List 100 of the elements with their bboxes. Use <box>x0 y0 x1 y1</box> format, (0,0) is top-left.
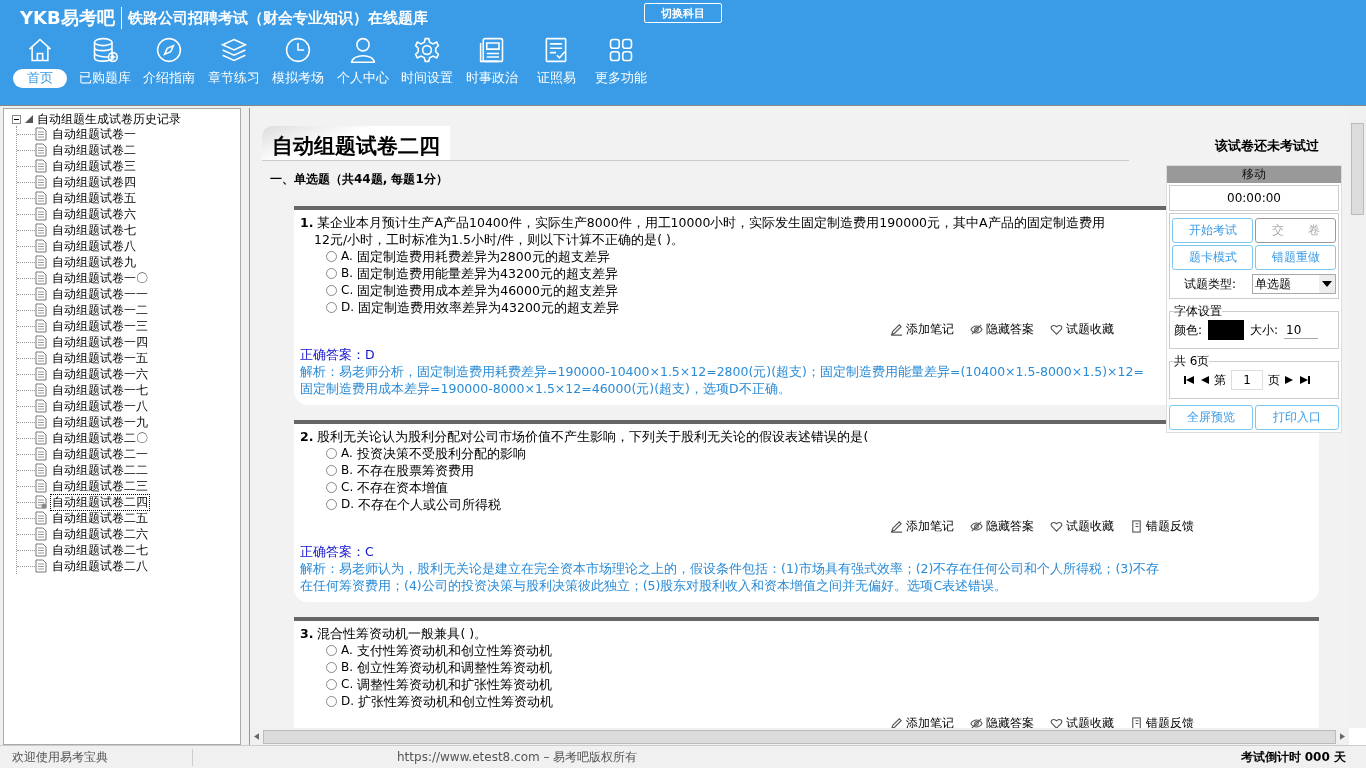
eye-icon <box>970 717 983 728</box>
layers-icon <box>219 36 248 64</box>
tree-item[interactable]: 自动组题试卷二三 <box>51 478 149 494</box>
tree-item[interactable]: 自动组题试卷一一 <box>51 286 149 302</box>
radio-button[interactable] <box>326 662 337 673</box>
tree-item[interactable]: 自动组题试卷二一 <box>51 446 149 462</box>
tree-item[interactable]: 自动组题试卷一 <box>51 126 137 142</box>
tree-item[interactable]: 自动组题试卷一八 <box>51 398 149 414</box>
color-swatch[interactable] <box>1208 320 1245 340</box>
question-number: 2. <box>300 428 314 445</box>
settings-icon <box>413 36 442 64</box>
tree-item[interactable]: 自动组题试卷三 <box>51 158 137 174</box>
radio-button[interactable] <box>326 448 337 459</box>
radio-button[interactable] <box>326 465 337 476</box>
action-link[interactable]: 添加笔记 <box>906 321 954 338</box>
section-heading: 一、单选题（共44题, 每题1分） <box>262 160 1129 200</box>
next-page-icon[interactable] <box>1285 376 1295 384</box>
option-letter: B. <box>341 265 354 282</box>
app-logo: YKB易考吧 <box>20 6 115 30</box>
pencil-icon <box>890 323 903 336</box>
action-link[interactable]: 试题收藏 <box>1066 321 1114 338</box>
option-letter: C. <box>341 479 354 496</box>
tree-item[interactable]: 自动组题试卷一六 <box>51 366 149 382</box>
action-link[interactable]: 错题反馈 <box>1146 518 1194 535</box>
paper-title: 自动组题试卷二四 <box>262 126 450 160</box>
answer-analysis: 解析：易老师认为，股利无关论是建立在完全资本市场理论之上的，假设条件包括：(1)市场具有强式效率；(2)不存在任何公司和个人所得税；(3)不存 <box>300 560 1160 577</box>
tree-item[interactable]: 自动组题试卷二七 <box>51 542 149 558</box>
option-letter: D. <box>341 693 355 710</box>
welcome-text: 欢迎使用易考宝典 <box>0 748 193 766</box>
tree-item[interactable]: 自动组题试卷一四 <box>51 334 149 350</box>
radio-button[interactable] <box>326 696 337 707</box>
tree-item[interactable]: 自动组题试卷二 <box>51 142 137 158</box>
question-number: 3. <box>300 625 314 642</box>
action-link[interactable]: 添加笔记 <box>906 518 954 535</box>
option-letter: B. <box>341 659 354 676</box>
radio-button[interactable] <box>326 251 337 262</box>
tree-root[interactable]: 自动组题生成试卷历史记录 <box>37 110 181 128</box>
first-page-icon[interactable] <box>1184 376 1194 384</box>
radio-button[interactable] <box>326 482 337 493</box>
option-text: 投资决策不受股利分配的影响 <box>356 445 526 462</box>
heart-icon <box>1050 323 1063 336</box>
action-link[interactable]: 隐藏答案 <box>986 518 1034 535</box>
tree-item[interactable]: 自动组题试卷六 <box>51 206 137 222</box>
type-dropdown[interactable]: 单选题 <box>1252 274 1336 294</box>
tree-item[interactable]: 自动组题试卷一三 <box>51 318 149 334</box>
action-link[interactable]: 试题收藏 <box>1066 518 1114 535</box>
option-text: 扩张性筹资动机和创立性筹资动机 <box>358 693 554 710</box>
panel-drag-header[interactable]: 移动 <box>1167 166 1341 183</box>
tree-item[interactable]: 自动组题试卷五 <box>51 190 137 206</box>
page-field[interactable]: 1 <box>1231 370 1263 390</box>
tree-item[interactable]: 自动组题试卷二五 <box>51 510 149 526</box>
scroll-right-icon[interactable] <box>1340 733 1345 740</box>
tree-item[interactable]: 自动组题试卷二二 <box>51 462 149 478</box>
tree-item[interactable]: 自动组题试卷四 <box>51 174 137 190</box>
option-letter: C. <box>341 282 354 299</box>
option-text: 不存在资本增值 <box>357 479 449 496</box>
option-letter: D. <box>341 496 355 513</box>
tree-item[interactable]: 自动组题试卷九 <box>51 254 137 270</box>
collapse-icon[interactable] <box>12 114 21 124</box>
radio-button[interactable] <box>326 285 337 296</box>
tree-item[interactable]: 自动组题试卷一九 <box>51 414 149 430</box>
radio-button[interactable] <box>326 499 337 510</box>
tree-item[interactable]: 自动组题试卷二四 <box>51 494 149 510</box>
radio-button[interactable] <box>326 645 337 656</box>
action-link[interactable]: 隐藏答案 <box>986 321 1034 338</box>
option-letter: B. <box>341 462 354 479</box>
option-letter: A. <box>341 642 353 659</box>
option-text: 不存在股票筹资费用 <box>357 462 475 479</box>
action-link[interactable]: 错题反馈 <box>1146 715 1194 728</box>
action-link[interactable]: 试题收藏 <box>1066 715 1114 728</box>
answer-analysis: 解析：易老师分析，固定制造费用耗费差异=190000-10400×1.5×12=2800(元)(超支)；固定制造费用能量差异=(10400×1.5-8000×1.5)×12= <box>300 363 1144 380</box>
correct-answer: 正确答案：C <box>300 543 374 560</box>
answer-analysis: 在任何筹资费用；(4)公司的投资决策与股利决策彼此独立；(5)股东对股利收入和资本增值之间并无偏好。选项C表述错误。 <box>300 577 1008 594</box>
horizontal-scrollbar[interactable] <box>250 728 1349 745</box>
compass-icon <box>155 36 184 64</box>
tree-item[interactable]: 自动组题试卷七 <box>51 222 137 238</box>
question-text: 某企业本月预计生产A产品10400件，实际生产8000件，用工10000小时，实际发生固定制造费用190000元，其中A产品的固定制造费用 <box>317 214 1105 231</box>
tree-item[interactable]: 自动组题试卷一七 <box>51 382 149 398</box>
radio-button[interactable] <box>326 679 337 690</box>
option-letter: A. <box>341 445 353 462</box>
tree-item[interactable]: 自动组题试卷二六 <box>51 526 149 542</box>
question-text: 12元/小时，工时标准为1.5小时/件，则以下计算不正确的是( )。 <box>313 231 684 248</box>
correct-answer: 正确答案：D <box>300 346 375 363</box>
tree-item[interactable]: 自动组题试卷一二 <box>51 302 149 318</box>
page-count-legend: 共 6页 <box>1174 353 1210 370</box>
option-text: 固定制造费用效率差异为43200元的超支差异 <box>358 299 619 316</box>
tree-item[interactable]: 自动组题试卷八 <box>51 238 137 254</box>
vertical-scrollbar[interactable] <box>1349 108 1366 728</box>
tree-item[interactable]: 自动组题试卷二八 <box>51 558 149 574</box>
scroll-left-icon[interactable] <box>254 733 259 740</box>
previous-page-icon[interactable] <box>1199 376 1209 384</box>
action-link[interactable]: 添加笔记 <box>906 715 954 728</box>
radio-button[interactable] <box>326 302 337 313</box>
tree-item[interactable]: 自动组题试卷一〇 <box>51 270 149 286</box>
last-page-icon[interactable] <box>1300 376 1310 384</box>
radio-button[interactable] <box>326 268 337 279</box>
tree-item[interactable]: 自动组题试卷二〇 <box>51 430 149 446</box>
eye-icon <box>970 520 983 533</box>
tree-item[interactable]: 自动组题试卷一五 <box>51 350 149 366</box>
action-link[interactable]: 隐藏答案 <box>986 715 1034 728</box>
